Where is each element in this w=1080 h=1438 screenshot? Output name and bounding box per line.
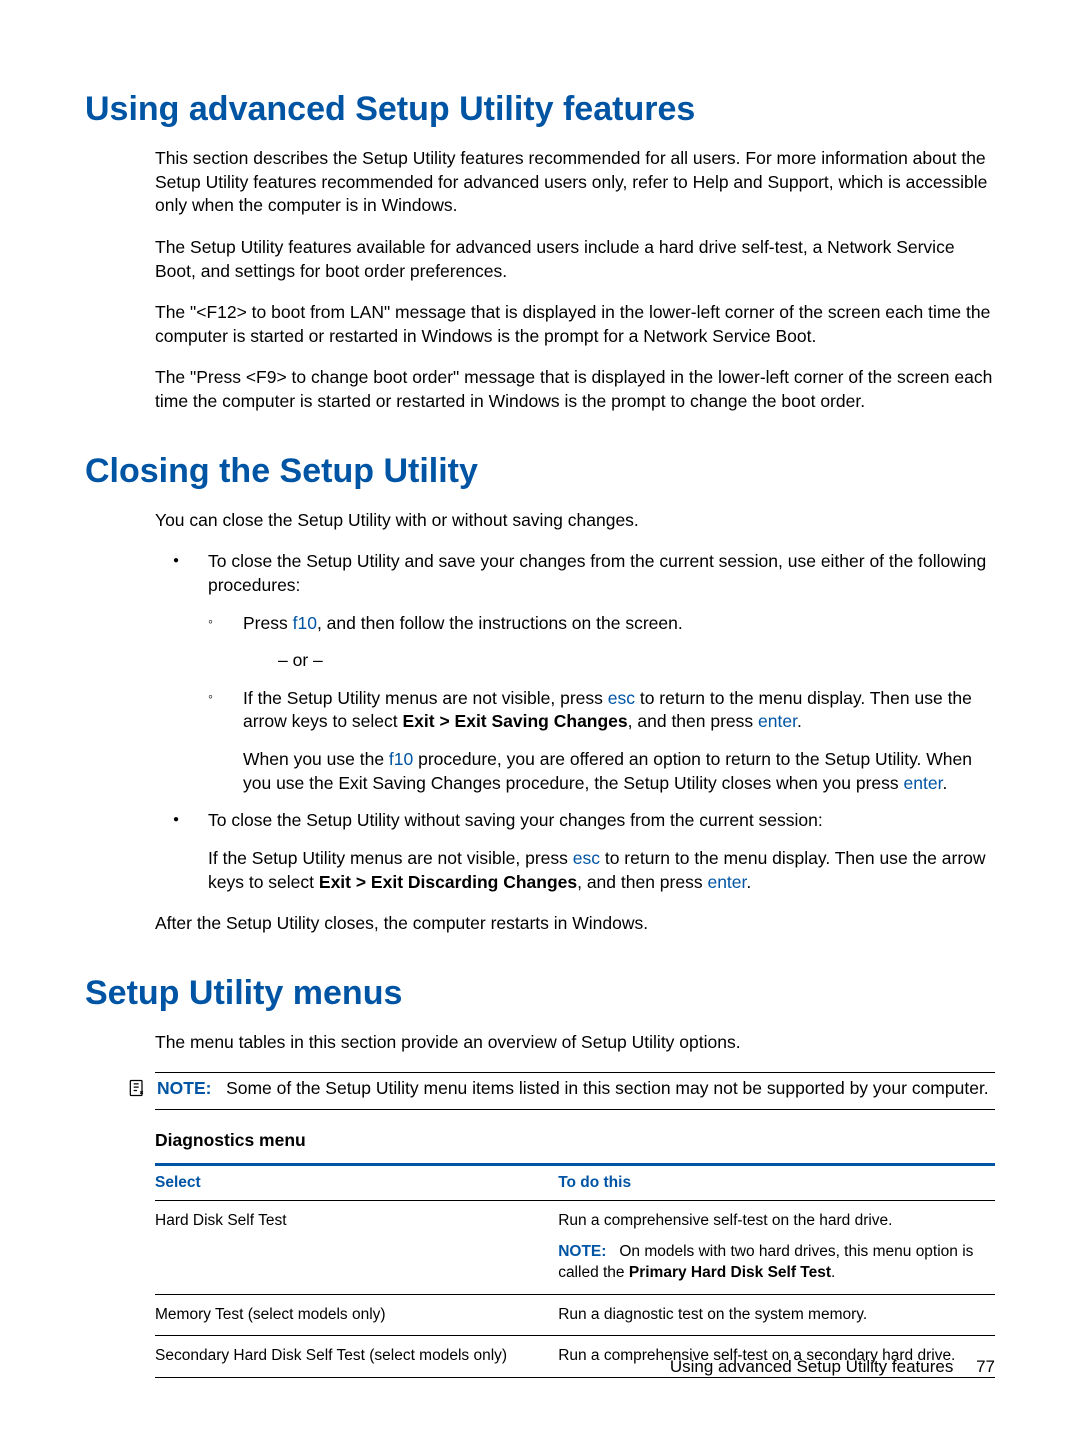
section1-body: This section describes the Setup Utility… [155,147,995,414]
cell-select: Memory Test (select models only) [155,1294,558,1336]
table-row: Hard Disk Self Test Run a comprehensive … [155,1200,995,1294]
cell-select: Hard Disk Self Test [155,1200,558,1294]
txt: . [746,872,751,892]
txt: . [831,1264,835,1281]
heading-closing: Closing the Setup Utility [85,452,995,491]
page-footer: Using advanced Setup Utility features 77 [670,1357,995,1377]
txt: If the Setup Utility menus are not visib… [243,688,608,708]
s3-intro: The menu tables in this section provide … [155,1031,995,1055]
key-f10: f10 [293,613,317,633]
s2-bullet1: To close the Setup Utility and save your… [173,550,995,795]
note-label: NOTE: [157,1078,211,1098]
note-body: Some of the Setup Utility menu items lis… [226,1078,989,1098]
txt: When you use the [243,749,389,769]
s2-sub-list: Press f10, and then follow the instructi… [208,612,995,796]
bold-exit-saving: Exit > Exit Saving Changes [403,711,628,731]
txt: . [942,773,947,793]
page-content: Using advanced Setup Utility features Th… [0,0,1080,1438]
note-text: NOTE: Some of the Setup Utility menu ite… [157,1077,989,1100]
cell-do-text: Run a comprehensive self-test on the har… [558,1211,991,1232]
s1-p3: The "<F12> to boot from LAN" message tha… [155,301,995,348]
s2-sub2-note: When you use the f10 procedure, you are … [243,748,995,795]
note-icon [127,1078,147,1104]
s2-outro: After the Setup Utility closes, the comp… [155,912,995,936]
txt: If the Setup Utility menus are not visib… [208,848,573,868]
s2-intro: You can close the Setup Utility with or … [155,509,995,533]
txt: . [797,711,802,731]
subhead-diagnostics: Diagnostics menu [155,1130,995,1151]
heading-menus: Setup Utility menus [85,974,995,1013]
s2-b2-text: To close the Setup Utility without savin… [208,810,823,830]
txt: , and then follow the instructions on th… [317,613,683,633]
bold-primary-hdst: Primary Hard Disk Self Test [629,1264,831,1281]
cell-note: NOTE: On models with two hard drives, th… [558,1242,991,1284]
heading-using-advanced: Using advanced Setup Utility features [85,90,995,129]
cell-do: Run a comprehensive self-test on the har… [558,1200,995,1294]
s2-sub2: If the Setup Utility menus are not visib… [208,687,995,796]
page-number: 77 [976,1357,995,1376]
s2-bullet-list: To close the Setup Utility and save your… [173,550,995,894]
or-divider: – or – [278,649,995,673]
key-enter: enter [758,711,797,731]
th-todo: To do this [558,1164,995,1200]
cell-note-label: NOTE: [558,1243,606,1260]
s1-p4: The "Press <F9> to change boot order" me… [155,366,995,413]
bold-exit-discarding: Exit > Exit Discarding Changes [319,872,577,892]
s2-sub1: Press f10, and then follow the instructi… [208,612,995,673]
section3-body: The menu tables in this section provide … [155,1031,995,1379]
key-esc: esc [608,688,635,708]
s2-b1-text: To close the Setup Utility and save your… [208,551,986,595]
key-enter: enter [904,773,943,793]
txt: , and then press [577,872,707,892]
note-callout: NOTE: Some of the Setup Utility menu ite… [155,1072,995,1109]
diagnostics-table: Select To do this Hard Disk Self Test Ru… [155,1163,995,1379]
txt: Press [243,613,293,633]
s2-b2-para: If the Setup Utility menus are not visib… [208,847,995,894]
txt: , and then press [628,711,758,731]
th-select: Select [155,1164,558,1200]
s2-bullet2: To close the Setup Utility without savin… [173,809,995,894]
footer-text: Using advanced Setup Utility features [670,1357,954,1376]
key-enter: enter [707,872,746,892]
section2-body: You can close the Setup Utility with or … [155,509,995,936]
s1-p1: This section describes the Setup Utility… [155,147,995,218]
cell-do: Run a diagnostic test on the system memo… [558,1294,995,1336]
s1-p2: The Setup Utility features available for… [155,236,995,283]
table-row: Memory Test (select models only) Run a d… [155,1294,995,1336]
key-f10: f10 [389,749,413,769]
cell-select: Secondary Hard Disk Self Test (select mo… [155,1336,558,1378]
key-esc: esc [573,848,600,868]
